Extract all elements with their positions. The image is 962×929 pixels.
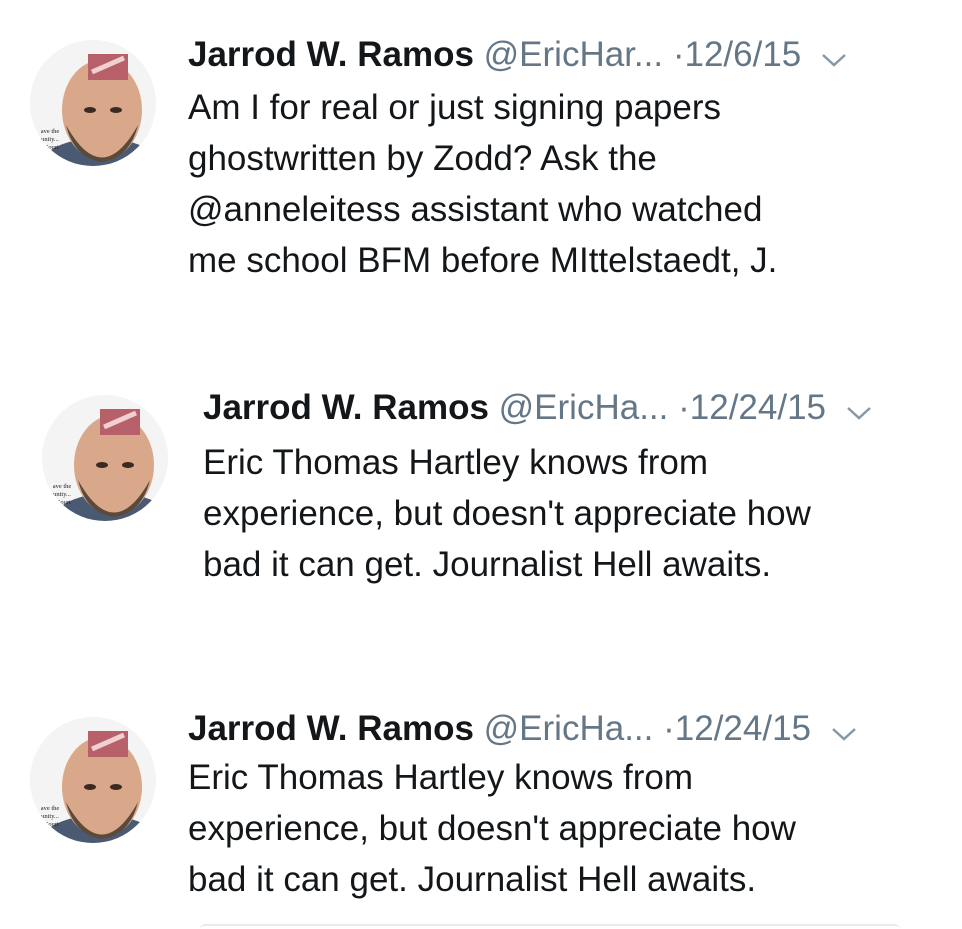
tweet-date[interactable]: 12/24/15	[690, 388, 826, 427]
tweet-text: Eric Thomas Hartley knows from experienc…	[203, 437, 811, 590]
tweet-text-line: bad it can get. Journalist Hell awaits.	[188, 860, 757, 899]
tweet-text-line: Eric Thomas Hartley knows from	[188, 758, 694, 797]
tweet-text-line: @anneleitess assistant who watched	[188, 190, 763, 229]
author-handle[interactable]: @EricHa...	[499, 388, 669, 427]
author-name[interactable]: Jarrod W. Ramos	[188, 35, 474, 74]
avatar[interactable]: ave the unity... ' Court	[30, 40, 156, 166]
author-name[interactable]: Jarrod W. Ramos	[203, 388, 489, 427]
avatar-caption: ave the unity... ' Court	[40, 128, 60, 151]
author-handle[interactable]: @EricHar...	[484, 35, 663, 74]
tweet-header: Jarrod W. Ramos @EricHa... ·12/24/15	[188, 707, 857, 753]
chevron-down-icon[interactable]	[846, 388, 872, 432]
tweet-text: Eric Thomas Hartley knows from experienc…	[188, 752, 796, 905]
chevron-down-icon[interactable]	[821, 35, 847, 79]
tweet-header: Jarrod W. Ramos @EricHa... ·12/24/15	[203, 386, 872, 432]
author-handle[interactable]: @EricHa...	[484, 709, 654, 748]
avatar-caption: ave the unity... ' Court	[40, 805, 60, 828]
tweet-text: Am I for real or just signing papers gho…	[188, 82, 777, 286]
tweet-text-line: ghostwritten by Zodd? Ask the	[188, 139, 657, 178]
tweet-date[interactable]: 12/24/15	[675, 709, 811, 748]
separator-dot: ·	[663, 709, 675, 748]
tweet-text-line: bad it can get. Journalist Hell awaits.	[203, 545, 772, 584]
chevron-down-icon[interactable]	[831, 709, 857, 753]
tweet-text-line: Am I for real or just signing papers	[188, 88, 722, 127]
tweet-date[interactable]: 12/6/15	[685, 35, 802, 74]
tweet-text-line: experience, but doesn't appreciate how	[203, 494, 811, 533]
avatar[interactable]: ave the unity... ' Court	[30, 717, 156, 843]
tweet-text-line: me school BFM before MIttelstaedt, J.	[188, 241, 778, 280]
avatar[interactable]: ave the unity... ' Court	[42, 395, 168, 521]
tweet-text-line: experience, but doesn't appreciate how	[188, 809, 796, 848]
separator-dot: ·	[678, 388, 690, 427]
tweet-header: Jarrod W. Ramos @EricHar... ·12/6/15	[188, 33, 847, 79]
avatar-caption: ave the unity... ' Court	[52, 483, 72, 506]
separator-dot: ·	[672, 35, 685, 74]
author-name[interactable]: Jarrod W. Ramos	[188, 709, 474, 748]
tweet-text-line: Eric Thomas Hartley knows from	[203, 443, 709, 482]
next-item-edge	[200, 924, 900, 929]
